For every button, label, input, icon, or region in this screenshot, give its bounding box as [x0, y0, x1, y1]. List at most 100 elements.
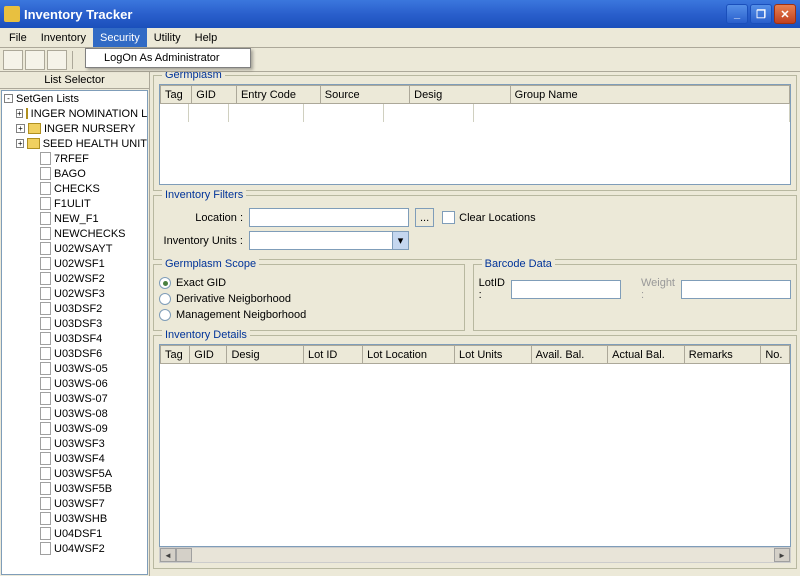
germ-col-header[interactable]: Tag	[161, 86, 192, 104]
tree-item[interactable]: U03WSF4	[2, 451, 147, 466]
inventory-units-label: Inventory Units :	[159, 235, 249, 247]
tree-folder[interactable]: +INGER NOMINATION LIS	[2, 106, 147, 121]
tree-item[interactable]: U03WS-08	[2, 406, 147, 421]
list-selector-header: List Selector	[0, 72, 149, 89]
menu-logon-admin[interactable]: LogOn As Administrator	[86, 49, 250, 67]
tree-item[interactable]: NEW_F1	[2, 211, 147, 226]
germ-col-header[interactable]: Group Name	[510, 86, 789, 104]
tree-item[interactable]: BAGO	[2, 166, 147, 181]
detail-col-header[interactable]: Lot Units	[455, 346, 532, 364]
menu-bar: File Inventory Security Utility Help Log…	[0, 28, 800, 48]
detail-col-header[interactable]: Desig	[227, 346, 304, 364]
detail-col-header[interactable]: Remarks	[684, 346, 761, 364]
horizontal-scrollbar[interactable]: ◄ ►	[159, 547, 791, 563]
germ-col-header[interactable]: Source	[320, 86, 409, 104]
radio-exact-gid[interactable]	[159, 277, 171, 289]
exact-gid-label: Exact GID	[176, 277, 226, 289]
management-label: Management Neigborhood	[176, 309, 306, 321]
browse-location-button[interactable]: ...	[415, 208, 434, 227]
lotid-label: LotID :	[479, 277, 511, 301]
tree-item[interactable]: U03WSF5A	[2, 466, 147, 481]
inventory-details-group: Inventory Details TagGIDDesigLot IDLot L…	[153, 335, 797, 569]
inventory-details-grid[interactable]: TagGIDDesigLot IDLot LocationLot UnitsAv…	[159, 344, 791, 547]
title-bar: Inventory Tracker _ ❐ ✕	[0, 0, 800, 28]
tree-item[interactable]: U03WS-07	[2, 391, 147, 406]
inventory-filters-group: Inventory Filters Location : ... Clear L…	[153, 195, 797, 260]
menu-inventory[interactable]: Inventory	[34, 28, 93, 47]
inv-details-title: Inventory Details	[162, 329, 250, 341]
detail-col-header[interactable]: Actual Bal.	[608, 346, 685, 364]
tree-item[interactable]: U04DSF1	[2, 526, 147, 541]
detail-col-header[interactable]: No.	[761, 346, 790, 364]
window-title: Inventory Tracker	[24, 7, 724, 22]
location-input[interactable]	[249, 208, 409, 227]
inv-filters-title: Inventory Filters	[162, 189, 246, 201]
germ-col-header[interactable]: Desig	[410, 86, 511, 104]
menu-help[interactable]: Help	[188, 28, 225, 47]
inventory-units-combo[interactable]: ▾	[249, 231, 409, 250]
toolbar-button-1[interactable]	[3, 50, 23, 70]
close-button[interactable]: ✕	[774, 4, 796, 24]
minimize-button[interactable]: _	[726, 4, 748, 24]
barcode-title: Barcode Data	[482, 258, 555, 270]
tree-item[interactable]: U03DSF2	[2, 301, 147, 316]
tree-item[interactable]: U02WSF2	[2, 271, 147, 286]
clear-locations-label: Clear Locations	[459, 212, 535, 224]
weight-label: Weight :	[621, 277, 681, 301]
germ-col-header[interactable]: GID	[192, 86, 237, 104]
germplasm-title: Germplasm	[162, 72, 225, 81]
tree-item[interactable]: U03WS-06	[2, 376, 147, 391]
tree-item[interactable]: U03DSF3	[2, 316, 147, 331]
tree-view[interactable]: -SetGen Lists+INGER NOMINATION LIS+INGER…	[1, 90, 148, 575]
tree-item[interactable]: U04WSF2	[2, 541, 147, 556]
germ-scope-title: Germplasm Scope	[162, 258, 259, 270]
tree-folder[interactable]: +SEED HEALTH UNIT	[2, 136, 147, 151]
tree-root[interactable]: -SetGen Lists	[2, 91, 147, 106]
tree-item[interactable]: U03DSF6	[2, 346, 147, 361]
app-icon	[4, 6, 20, 22]
tree-item[interactable]: U03WSF3	[2, 436, 147, 451]
detail-col-header[interactable]: Lot Location	[363, 346, 455, 364]
toolbar-button-2[interactable]	[25, 50, 45, 70]
tree-item[interactable]: U02WSF3	[2, 286, 147, 301]
security-dropdown: LogOn As Administrator	[85, 48, 251, 68]
radio-derivative[interactable]	[159, 293, 171, 305]
tree-item[interactable]: NEWCHECKS	[2, 226, 147, 241]
germplasm-grid[interactable]: TagGIDEntry CodeSourceDesigGroup Name	[159, 84, 791, 185]
tree-item[interactable]: U03WS-05	[2, 361, 147, 376]
scroll-left-button[interactable]: ◄	[160, 548, 176, 562]
germplasm-group: Germplasm TagGIDEntry CodeSourceDesigGro…	[153, 75, 797, 191]
tree-item[interactable]: U03WSF7	[2, 496, 147, 511]
detail-col-header[interactable]: Lot ID	[304, 346, 363, 364]
radio-management[interactable]	[159, 309, 171, 321]
scroll-right-button[interactable]: ►	[774, 548, 790, 562]
toolbar-separator	[72, 51, 73, 69]
chevron-down-icon[interactable]: ▾	[392, 232, 408, 249]
menu-security[interactable]: Security	[93, 28, 147, 47]
tree-item[interactable]: U02WSF1	[2, 256, 147, 271]
maximize-button[interactable]: ❐	[750, 4, 772, 24]
lotid-input[interactable]	[511, 280, 621, 299]
tree-item[interactable]: 7RFEF	[2, 151, 147, 166]
detail-col-header[interactable]: Avail. Bal.	[531, 346, 608, 364]
tree-item[interactable]: U02WSAYT	[2, 241, 147, 256]
tree-item[interactable]: F1ULIT	[2, 196, 147, 211]
tree-item[interactable]: U03WS-09	[2, 421, 147, 436]
detail-col-header[interactable]: Tag	[161, 346, 190, 364]
tree-item[interactable]: U03DSF4	[2, 331, 147, 346]
weight-input[interactable]	[681, 280, 791, 299]
tree-item[interactable]: U03WSHB	[2, 511, 147, 526]
clear-locations-checkbox[interactable]	[442, 211, 455, 224]
germ-col-header[interactable]: Entry Code	[236, 86, 320, 104]
tree-item[interactable]: CHECKS	[2, 181, 147, 196]
tree-item[interactable]: U03WSF5B	[2, 481, 147, 496]
scroll-thumb[interactable]	[176, 548, 192, 562]
menu-utility[interactable]: Utility	[147, 28, 188, 47]
detail-col-header[interactable]: GID	[190, 346, 227, 364]
germplasm-scope-group: Germplasm Scope Exact GID Derivative Nei…	[153, 264, 465, 331]
menu-file[interactable]: File	[2, 28, 34, 47]
toolbar-button-3[interactable]	[47, 50, 67, 70]
derivative-label: Derivative Neigborhood	[176, 293, 291, 305]
tree-folder[interactable]: +INGER NURSERY	[2, 121, 147, 136]
scroll-track[interactable]	[192, 548, 774, 562]
